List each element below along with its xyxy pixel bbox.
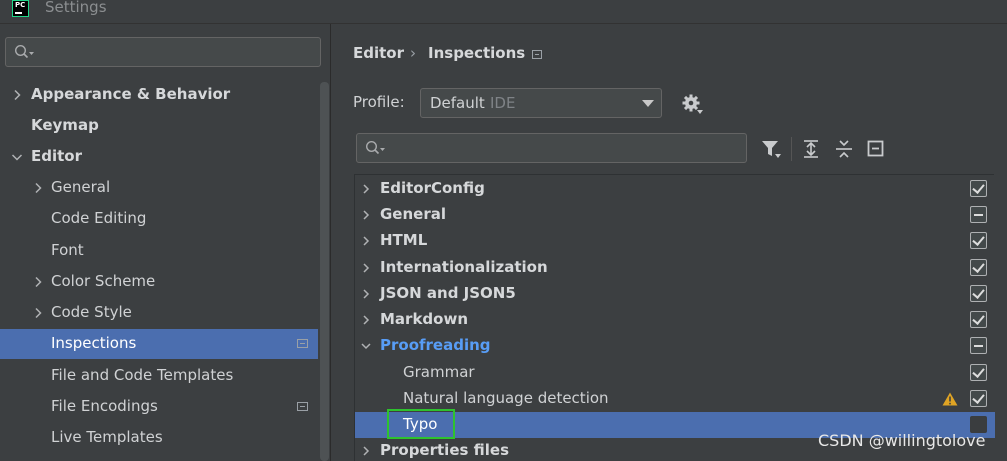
sidebar-item-font[interactable]: Font bbox=[0, 236, 318, 266]
inspections-tree: EditorConfig General HTML Internationali… bbox=[354, 174, 995, 461]
sidebar-item-file-and-code-templates[interactable]: File and Code Templates bbox=[0, 361, 318, 391]
inspection-label: Natural language detection bbox=[403, 389, 609, 407]
settings-sidebar: Appearance & Behavior Keymap Editor Gene… bbox=[0, 24, 331, 461]
inspection-checkbox[interactable] bbox=[970, 364, 987, 381]
profile-label: Profile: bbox=[353, 93, 405, 111]
inspection-label: Proofreading bbox=[380, 336, 491, 354]
inspection-checkbox[interactable] bbox=[970, 285, 987, 302]
profile-scope: IDE bbox=[490, 94, 516, 112]
inspection-group-markdown[interactable]: Markdown bbox=[355, 307, 995, 333]
inspection-group-json[interactable]: JSON and JSON5 bbox=[355, 281, 995, 307]
inspection-checkbox[interactable] bbox=[970, 311, 987, 328]
inspection-item-grammar[interactable]: Grammar bbox=[355, 360, 995, 386]
sidebar-item-label: General bbox=[51, 178, 111, 196]
profile-dropdown[interactable]: Default IDE bbox=[420, 88, 662, 118]
sidebar-item-label: Code Editing bbox=[51, 209, 147, 227]
project-scope-icon bbox=[532, 50, 542, 59]
inspection-checkbox[interactable] bbox=[970, 180, 987, 197]
chevron-down-icon bbox=[11, 154, 23, 161]
chevron-right-icon bbox=[363, 315, 370, 325]
reset-to-default-icon[interactable] bbox=[866, 139, 886, 159]
sidebar-item-file-encodings[interactable]: File Encodings bbox=[0, 392, 318, 422]
chevron-right-icon bbox=[363, 184, 370, 194]
inspection-label: EditorConfig bbox=[380, 179, 485, 197]
sidebar-item-label: Inspections bbox=[51, 334, 137, 352]
breadcrumb-inspections: Inspections bbox=[428, 44, 526, 62]
inspection-group-editorconfig[interactable]: EditorConfig bbox=[355, 176, 995, 202]
window-title: Settings bbox=[45, 0, 107, 16]
pycharm-logo-icon: PC bbox=[12, 0, 29, 17]
sidebar-item-label: File and Code Templates bbox=[51, 366, 234, 384]
sidebar-item-general[interactable]: General bbox=[0, 173, 318, 203]
inspection-group-html[interactable]: HTML bbox=[355, 228, 995, 254]
sidebar-item-code-editing[interactable]: Code Editing bbox=[0, 204, 318, 234]
inspection-checkbox[interactable] bbox=[970, 206, 987, 223]
sidebar-item-label: Live Templates bbox=[51, 428, 163, 446]
inspection-label: Typo bbox=[403, 415, 438, 433]
inspection-label: General bbox=[380, 205, 446, 223]
chevron-right-icon bbox=[363, 210, 370, 220]
expand-all-icon[interactable] bbox=[801, 139, 821, 159]
profile-value: Default bbox=[430, 94, 485, 112]
sidebar-item-keymap[interactable]: Keymap bbox=[0, 111, 318, 141]
inspection-label: Markdown bbox=[380, 310, 469, 328]
sidebar-search-input[interactable] bbox=[5, 37, 321, 67]
search-icon bbox=[14, 44, 34, 59]
search-icon bbox=[365, 140, 385, 155]
breadcrumb-editor[interactable]: Editor bbox=[353, 44, 404, 62]
sidebar-item-live-templates[interactable]: Live Templates bbox=[0, 423, 318, 453]
sidebar-item-label: Color Scheme bbox=[51, 272, 156, 290]
sidebar-item-color-scheme[interactable]: Color Scheme bbox=[0, 267, 318, 297]
chevron-right-icon bbox=[363, 289, 370, 299]
inspection-label: HTML bbox=[380, 231, 428, 249]
inspection-checkbox[interactable] bbox=[970, 390, 987, 407]
inspection-group-general[interactable]: General bbox=[355, 202, 995, 228]
breadcrumb-separator: › bbox=[410, 44, 416, 62]
inspection-group-internationalization[interactable]: Internationalization bbox=[355, 255, 995, 281]
sidebar-item-code-style[interactable]: Code Style bbox=[0, 298, 318, 328]
dropdown-arrow-icon bbox=[642, 100, 654, 107]
toolbar-separator bbox=[791, 137, 792, 161]
project-scope-icon bbox=[297, 402, 308, 411]
sidebar-item-editor[interactable]: Editor bbox=[0, 142, 318, 172]
sidebar-item-label: Code Style bbox=[51, 303, 132, 321]
project-scope-icon bbox=[297, 339, 308, 348]
chevron-right-icon bbox=[35, 182, 42, 194]
inspection-checkbox[interactable] bbox=[970, 232, 987, 249]
inspection-group-proofreading[interactable]: Proofreading bbox=[355, 333, 995, 359]
collapse-all-icon[interactable] bbox=[834, 139, 854, 159]
gear-icon[interactable] bbox=[682, 94, 704, 116]
sidebar-item-label: Font bbox=[51, 241, 84, 259]
inspection-label: Grammar bbox=[403, 363, 475, 381]
sidebar-item-label: File Encodings bbox=[51, 397, 158, 415]
inspection-label: Properties files bbox=[380, 441, 510, 459]
sidebar-item-appearance-behavior[interactable]: Appearance & Behavior bbox=[0, 80, 318, 110]
sidebar-item-inspections[interactable]: Inspections bbox=[0, 329, 318, 359]
filter-icon[interactable] bbox=[761, 139, 781, 159]
sidebar-item-label: Editor bbox=[31, 147, 82, 165]
sidebar-scrollbar[interactable] bbox=[320, 82, 329, 461]
chevron-right-icon bbox=[363, 446, 370, 456]
chevron-right-icon bbox=[363, 236, 370, 246]
watermark-text: CSDN @willingtolove bbox=[818, 431, 986, 450]
logo-text: PC bbox=[15, 1, 26, 9]
sidebar-item-label: Keymap bbox=[31, 116, 99, 134]
chevron-right-icon bbox=[35, 307, 42, 319]
inspection-checkbox[interactable] bbox=[970, 259, 987, 276]
title-bar: PC Settings bbox=[0, 0, 1007, 24]
inspections-panel: Editor › Inspections Profile: Default ID… bbox=[332, 24, 1007, 461]
chevron-right-icon bbox=[35, 276, 42, 288]
warning-icon bbox=[942, 392, 958, 406]
inspection-checkbox[interactable] bbox=[970, 337, 987, 354]
inspection-label: Internationalization bbox=[380, 258, 548, 276]
chevron-right-icon bbox=[14, 89, 21, 101]
sidebar-item-label: Appearance & Behavior bbox=[31, 85, 231, 103]
chevron-down-icon bbox=[361, 343, 371, 350]
chevron-right-icon bbox=[363, 263, 370, 273]
inspection-label: JSON and JSON5 bbox=[380, 284, 516, 302]
inspections-search-input[interactable] bbox=[356, 133, 747, 163]
